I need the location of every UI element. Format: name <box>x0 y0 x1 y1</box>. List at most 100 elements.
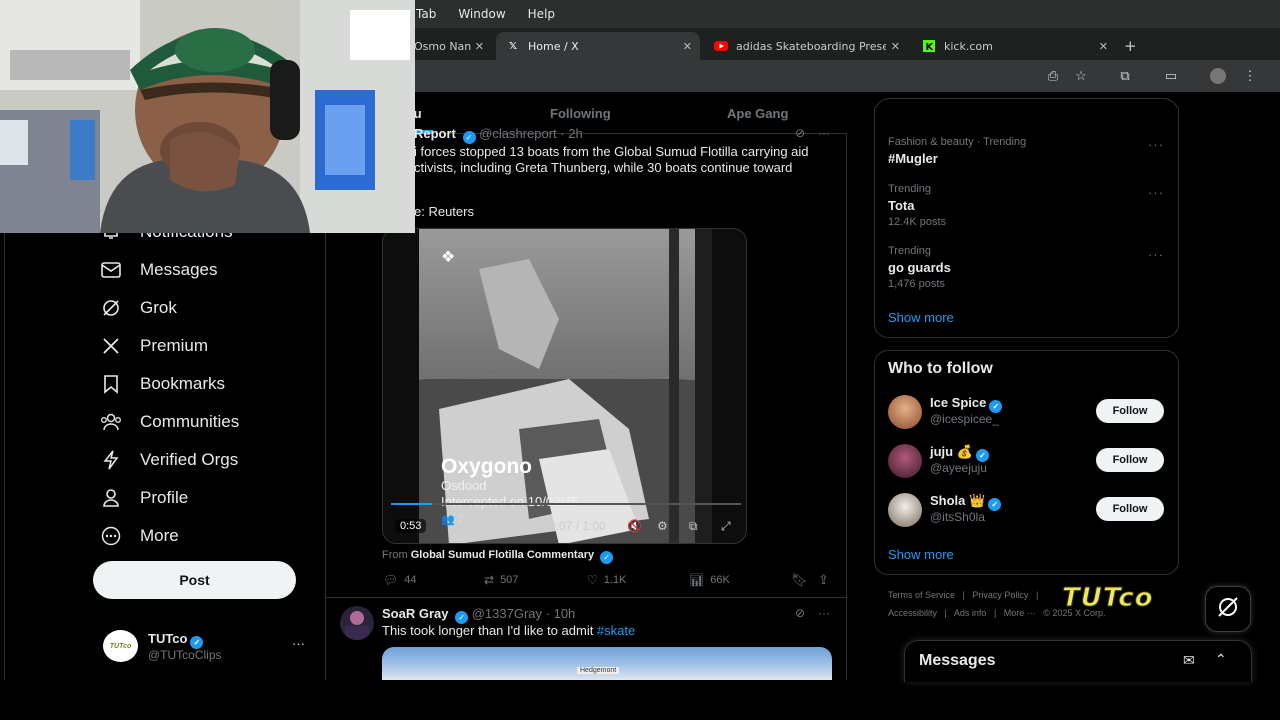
trend-posts: 12.4K posts <box>888 216 947 228</box>
follow-button[interactable]: Follow <box>1096 399 1164 423</box>
kebab-menu-icon[interactable]: ⋮ <box>1242 68 1258 84</box>
grok-icon[interactable]: ⊘ <box>795 606 805 620</box>
share-icon[interactable]: ⇪ <box>818 572 829 588</box>
privacy-link[interactable]: Privacy Policy <box>972 590 1028 600</box>
accessibility-link[interactable]: Accessibility <box>888 608 937 618</box>
more-dots-icon[interactable]: ··· <box>1148 247 1164 262</box>
video-progress-track[interactable] <box>391 503 741 505</box>
more-dots-icon[interactable]: ··· <box>1148 137 1164 152</box>
tab-adidas[interactable]: adidas Skateboarding Presen ✕ <box>704 32 908 60</box>
account-switcher[interactable]: TUTco TUTco ✓ @TUTcoClips ··· <box>100 630 315 664</box>
hashtag-link[interactable]: #skate <box>597 623 635 638</box>
bookmark-star-icon[interactable]: ☆ <box>1073 68 1089 84</box>
menu-window[interactable]: Window <box>458 7 505 21</box>
trend-item[interactable]: Fashion & beauty · Trending #Mugler <box>888 136 1026 166</box>
avatar[interactable] <box>340 606 374 640</box>
more-dots-icon[interactable]: ··· <box>1148 185 1164 200</box>
grok-float-button[interactable] <box>1205 586 1251 632</box>
nav-label: Grok <box>140 298 177 317</box>
post-image[interactable]: Hedgemont <box>382 647 832 680</box>
trends-show-more[interactable]: Show more <box>888 310 954 325</box>
nav-premium[interactable]: Premium <box>100 331 208 361</box>
new-tab-button[interactable]: + <box>1124 32 1144 60</box>
nav-grok[interactable]: Grok <box>100 293 177 323</box>
who-to-follow-show-more[interactable]: Show more <box>888 547 954 562</box>
views-button[interactable]: 📊︎ 66K <box>689 573 730 587</box>
tab-home-x[interactable]: 𝕏 Home / X ✕ <box>496 32 700 60</box>
menu-tab[interactable]: Tab <box>416 7 436 21</box>
more-link[interactable]: More ··· <box>1004 608 1036 618</box>
post-text: This took longer than I'd like to admit … <box>382 623 635 638</box>
post-handle[interactable]: @clashreport <box>479 126 557 141</box>
post-time: · 2h <box>560 126 583 141</box>
nav-communities[interactable]: Communities <box>100 407 239 437</box>
nav-messages[interactable]: Messages <box>100 255 217 285</box>
repost-count: 507 <box>500 574 519 586</box>
post-author[interactable]: SoaR Gray <box>382 606 448 621</box>
tab-kick[interactable]: K kick.com ✕ <box>912 32 1116 60</box>
close-icon[interactable]: ✕ <box>1099 40 1108 53</box>
nav-label: Communities <box>140 412 240 431</box>
close-icon[interactable]: ✕ <box>683 40 692 53</box>
more-dots-icon[interactable]: ··· <box>818 126 830 140</box>
video-player[interactable]: ❖ Oxygono Osdood Intercepted on 10/02/25… <box>382 228 747 544</box>
people-icon <box>100 411 122 433</box>
side-panel-icon[interactable]: ▭ <box>1163 68 1179 84</box>
trend-item[interactable]: Trending go guards 1,476 posts <box>888 245 951 290</box>
close-icon[interactable]: ✕ <box>891 40 900 53</box>
x-logo-icon <box>100 335 122 357</box>
post-button[interactable]: Post <box>93 561 296 599</box>
tab-following[interactable]: Following <box>550 106 611 121</box>
tab-label: Home / X <box>528 39 579 53</box>
expand-chevron-icon[interactable]: ⌃ <box>1215 651 1227 668</box>
install-app-icon[interactable]: ⎙ <box>1045 68 1061 84</box>
mute-icon[interactable]: 🔇 <box>627 519 642 533</box>
settings-gear-icon[interactable]: ⚙ <box>657 519 668 533</box>
avatar <box>888 444 922 478</box>
nav-more[interactable]: More <box>100 521 179 551</box>
nav-bookmarks[interactable]: Bookmarks <box>100 369 225 399</box>
new-message-icon[interactable]: ✉ <box>1183 652 1195 669</box>
nav-profile[interactable]: Profile <box>100 483 188 513</box>
menu-help[interactable]: Help <box>528 7 555 21</box>
tab-label: adidas Skateboarding Presen <box>736 39 886 53</box>
video-overlay-caption: Intercepted on 10/02/25 <box>441 494 579 509</box>
extensions-icon[interactable]: ⧉ <box>1117 68 1133 84</box>
nav-label: More <box>140 526 179 545</box>
more-dots-icon[interactable]: ··· <box>292 636 305 651</box>
video-progress-fill <box>391 503 432 505</box>
tab-ape-gang[interactable]: Ape Gang <box>727 106 788 121</box>
bookmark-icon[interactable]: 🔖︎ <box>791 572 808 588</box>
profile-avatar-icon[interactable] <box>1210 68 1226 84</box>
verified-badge-icon: ✓ <box>462 131 476 144</box>
avatar <box>888 493 922 527</box>
post-author[interactable]: Report <box>414 126 456 141</box>
follow-suggestion[interactable]: Ice Spice ✓ @icespicee_ Follow <box>888 395 1164 429</box>
svg-text:K: K <box>926 42 935 52</box>
like-button[interactable]: ♡ 1.1K <box>587 573 626 587</box>
ads-info-link[interactable]: Ads info <box>954 608 987 618</box>
messages-drawer-title: Messages <box>919 652 996 669</box>
close-icon[interactable]: ✕ <box>475 40 484 53</box>
post-handle[interactable]: @1337Gray <box>472 606 542 621</box>
repost-button[interactable]: ⇄ 507 <box>484 573 518 587</box>
fullscreen-icon[interactable]: ⤢ <box>721 519 731 534</box>
follow-suggestion[interactable]: juju 💰 ✓ @ayeejuju Follow <box>888 444 1164 478</box>
emoji: 💰 <box>956 444 973 459</box>
kick-icon: K <box>922 39 936 53</box>
webcam-overlay <box>0 0 415 233</box>
follow-button[interactable]: Follow <box>1096 448 1164 472</box>
grok-icon[interactable]: ⊘ <box>795 126 805 140</box>
follow-suggestion[interactable]: Shola 👑 ✓ @itsSh0la Follow <box>888 493 1164 527</box>
messages-drawer[interactable]: Messages ✉ ⌃ <box>904 640 1252 682</box>
reply-button[interactable]: 💬︎ 44 <box>383 573 416 587</box>
more-dots-icon[interactable]: ··· <box>818 606 830 620</box>
follow-button[interactable]: Follow <box>1096 497 1164 521</box>
trend-item[interactable]: Trending Tota 12.4K posts <box>888 183 946 228</box>
repost-icon: ⇄ <box>484 573 495 587</box>
terms-link[interactable]: Terms of Service <box>888 590 955 600</box>
picture-in-picture-icon[interactable]: ⧉ <box>689 519 698 534</box>
post-text-line: i forces stopped 13 boats from the Globa… <box>414 144 809 159</box>
from-source[interactable]: Global Sumud Flotilla Commentary <box>411 549 594 561</box>
nav-verified-orgs[interactable]: Verified Orgs <box>100 445 238 475</box>
